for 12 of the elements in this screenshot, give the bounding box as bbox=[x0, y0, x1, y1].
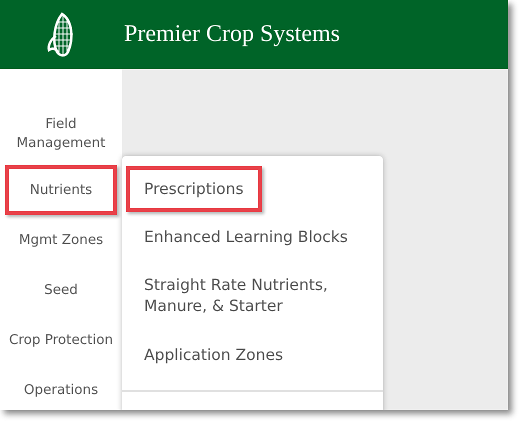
sidebar-item[interactable]: Seed bbox=[5, 265, 117, 315]
sidebar-item[interactable]: Crop Protection bbox=[5, 315, 117, 365]
menu-item[interactable]: Application Zones bbox=[126, 332, 383, 378]
menu-item[interactable]: Prescriptions bbox=[126, 166, 262, 212]
sidebar-item[interactable]: Mgmt Zones bbox=[5, 215, 117, 265]
sidebar-item[interactable]: Nutrients bbox=[5, 165, 117, 215]
menu-item[interactable]: Enhanced Learning Blocks bbox=[126, 214, 383, 260]
sidebar-item[interactable]: Operations bbox=[5, 365, 117, 410]
corn-logo-icon bbox=[46, 12, 76, 58]
sidebar-item[interactable]: Field Management bbox=[5, 103, 117, 165]
menu-item[interactable]: Straight Rate Nutrients, Manure, & Starter bbox=[126, 262, 383, 330]
app-title: Premier Crop Systems bbox=[124, 21, 340, 48]
